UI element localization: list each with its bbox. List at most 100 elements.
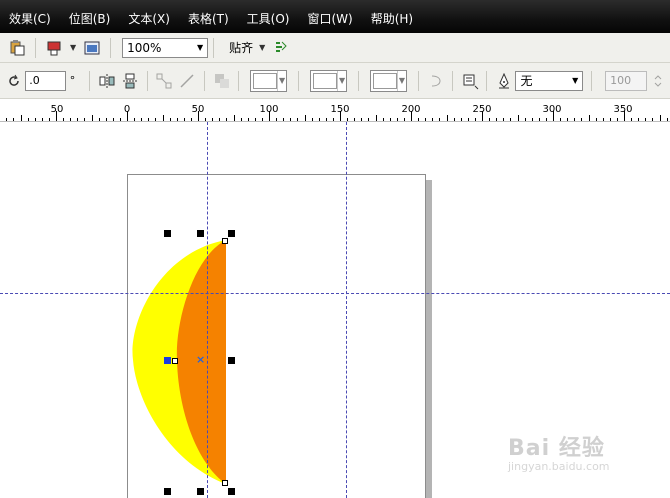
zoom-level-select[interactable]: 100% ▼ <box>122 37 209 58</box>
menu-effects[interactable]: 效果(C) <box>0 0 60 33</box>
menu-text[interactable]: 文本(X) <box>119 0 179 33</box>
chevron-down-icon[interactable]: ▼ <box>259 43 265 52</box>
vertical-guideline[interactable] <box>207 122 208 498</box>
selection-handle[interactable] <box>228 357 235 364</box>
ruler-tick <box>325 118 327 121</box>
ruler-tick <box>439 118 441 121</box>
combine-icon[interactable] <box>212 70 231 92</box>
ruler-tick <box>226 118 228 121</box>
fill-color-picker[interactable]: ▼ <box>250 69 288 92</box>
ruler-tick <box>524 118 526 121</box>
wrap-icon[interactable] <box>426 70 445 92</box>
ruler-tick <box>318 118 320 121</box>
chevron-down-icon: ▼ <box>572 76 579 85</box>
rotate-icon <box>4 70 23 92</box>
selection-handle[interactable] <box>228 488 235 495</box>
welcome-screen-icon[interactable] <box>81 37 103 59</box>
ruler-tick <box>567 118 569 121</box>
paste-special-icon[interactable] <box>6 37 28 59</box>
ruler-tick <box>91 115 93 121</box>
horizontal-ruler[interactable]: 50 0 50 100 150 200 250 300 350 <box>0 100 670 122</box>
ruler-tick <box>446 115 448 121</box>
toolbar-divider <box>213 37 215 58</box>
ruler-tick <box>148 118 150 121</box>
mirror-horizontal-icon[interactable] <box>97 70 116 92</box>
standard-toolbar: ▼ 100% ▼ 贴齐 ▼ <box>0 33 670 63</box>
menu-table[interactable]: 表格(T) <box>179 0 238 33</box>
ruler-tick <box>290 118 292 121</box>
secondary-color-picker[interactable]: ▼ <box>369 69 407 92</box>
ruler-tick <box>84 118 86 121</box>
node-handle[interactable] <box>172 358 178 364</box>
ruler-tick <box>382 118 384 121</box>
ruler-tick <box>602 118 604 121</box>
menu-window[interactable]: 窗口(W) <box>298 0 361 33</box>
toolbar-divider <box>110 37 112 58</box>
node-handle[interactable] <box>222 480 228 486</box>
ruler-tick <box>276 118 278 121</box>
toolbar-divider <box>298 70 300 91</box>
ruler-tick <box>6 118 8 121</box>
selection-handle[interactable] <box>197 230 204 237</box>
ruler-tick <box>63 118 65 121</box>
opacity-input[interactable]: 100 <box>605 70 647 91</box>
mirror-vertical-icon[interactable] <box>120 70 139 92</box>
watermark-text: Bai 经验 <box>508 436 605 461</box>
ruler-tick <box>652 118 654 121</box>
toolbar-divider <box>591 70 593 91</box>
stepper-icon[interactable] <box>649 70 668 92</box>
outline-color-picker[interactable]: ▼ <box>310 69 348 92</box>
ruler-tick <box>624 111 625 121</box>
selection-handle[interactable] <box>197 488 204 495</box>
drawing-canvas[interactable]: × Bai 经验 jingyan.baidu.com <box>0 122 670 498</box>
options-icon[interactable] <box>270 37 292 59</box>
ruler-tick <box>460 118 462 121</box>
toolbar-divider <box>204 70 205 91</box>
node-handle[interactable] <box>222 238 228 244</box>
ruler-tick <box>162 115 164 121</box>
vertical-guideline[interactable] <box>346 122 347 498</box>
snap-to-label[interactable]: 贴齐 <box>229 39 253 56</box>
ruler-tick <box>361 118 363 121</box>
horizontal-guideline[interactable] <box>0 293 670 294</box>
ruler-tick <box>134 118 136 121</box>
ruler-tick <box>659 115 661 121</box>
ruler-tick <box>127 111 128 121</box>
ruler-tick <box>503 118 505 121</box>
menu-bitmap[interactable]: 位图(B) <box>60 0 120 33</box>
rotation-center-icon[interactable]: × <box>196 353 205 366</box>
ruler-tick <box>20 115 22 121</box>
ruler-tick <box>183 118 185 121</box>
ruler-tick <box>538 118 540 121</box>
fill-color-swatch <box>253 72 278 89</box>
ruler-tick <box>261 118 263 121</box>
rotation-angle-input[interactable]: .0 <box>25 70 66 91</box>
selection-handle[interactable] <box>228 230 235 237</box>
menu-tools[interactable]: 工具(O) <box>238 0 299 33</box>
property-bar: .0 ° ▼ ▼ ▼ 无 ▼ 100 <box>0 63 670 99</box>
outline-color-swatch <box>313 72 338 89</box>
ruler-tick <box>169 118 171 121</box>
line-tool-icon[interactable] <box>178 70 197 92</box>
ruler-tick <box>368 118 370 121</box>
ruler-tick <box>631 118 633 121</box>
ruler-tick <box>297 118 299 121</box>
degree-symbol: ° <box>69 74 76 87</box>
selection-handle[interactable] <box>164 357 171 364</box>
node-icon[interactable] <box>155 70 174 92</box>
ruler-tick <box>531 118 533 121</box>
ruler-tick <box>233 115 235 121</box>
ruler-tick <box>212 118 214 121</box>
outline-width-select[interactable]: 无 ▼ <box>515 70 584 91</box>
menu-help[interactable]: 帮助(H) <box>362 0 422 33</box>
chevron-down-icon[interactable]: ▼ <box>70 43 76 52</box>
ruler-tick <box>304 115 306 121</box>
selection-handle[interactable] <box>164 488 171 495</box>
ruler-tick <box>205 118 207 121</box>
ruler-tick <box>496 118 498 121</box>
text-wrap-icon[interactable] <box>460 70 479 92</box>
selection-handle[interactable] <box>164 230 171 237</box>
app-launcher-icon[interactable] <box>43 37 65 59</box>
ruler-tick <box>347 118 349 121</box>
ruler-tick <box>70 118 72 121</box>
